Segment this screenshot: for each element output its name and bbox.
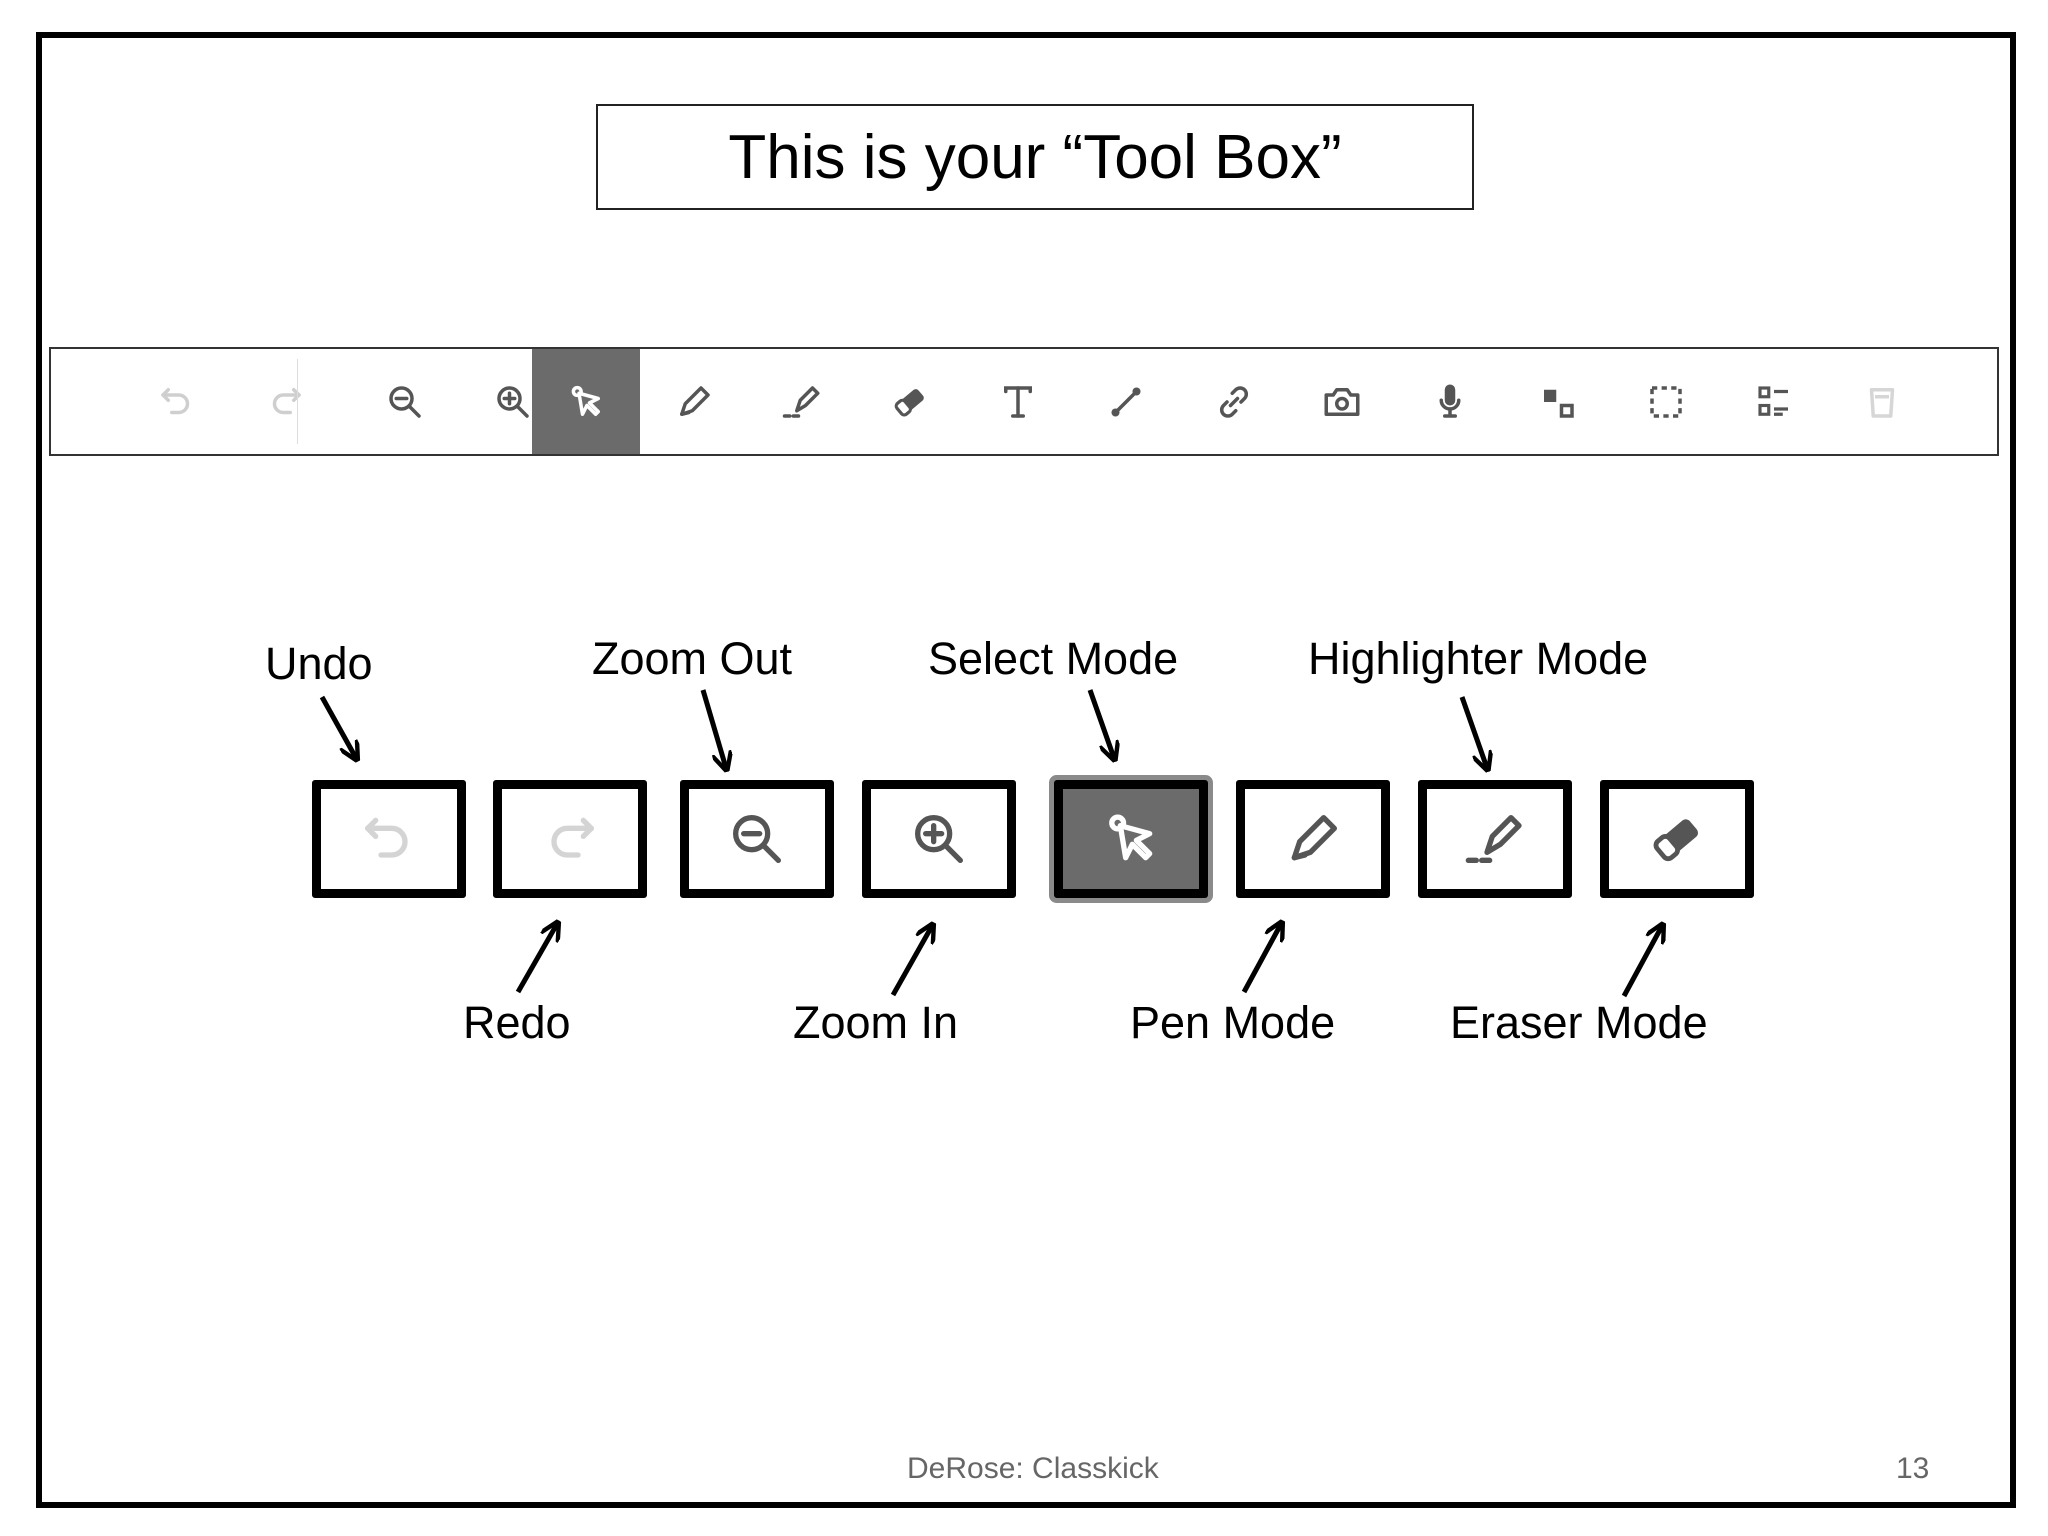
- pen-icon: [1291, 815, 1337, 861]
- undo-icon: [161, 387, 190, 414]
- callout-select-button[interactable]: [1054, 780, 1208, 898]
- select-cursor-icon: [571, 385, 600, 416]
- callout-undo-button[interactable]: [312, 780, 466, 898]
- redo-icon: [551, 817, 594, 858]
- slide-title: This is your “Tool Box”: [596, 104, 1474, 210]
- zoom-out-icon: [389, 385, 421, 418]
- label-eraser-mode: Eraser Mode: [1450, 997, 1708, 1048]
- toolbar-eraser-button[interactable]: [856, 349, 964, 454]
- toolbar-list-button[interactable]: [1720, 349, 1828, 454]
- toolbar-highlighter-button[interactable]: [748, 349, 856, 454]
- eraser-icon: [1653, 819, 1699, 862]
- toolbar: [49, 347, 1999, 456]
- toolbar-redo-button[interactable]: [231, 349, 339, 454]
- camera-icon: [1324, 387, 1360, 416]
- highlighter-icon: [1465, 815, 1522, 863]
- label-undo: Undo: [265, 638, 373, 689]
- footer-credit: DeRose: Classkick: [907, 1452, 1159, 1485]
- callout-highlighter-button[interactable]: [1418, 780, 1572, 898]
- toolbar-line-button[interactable]: [1072, 349, 1180, 454]
- trash-icon: [1869, 387, 1895, 418]
- callout-eraser-button[interactable]: [1600, 780, 1754, 898]
- label-zoom-out: Zoom Out: [592, 633, 793, 684]
- list-icon: [1758, 385, 1788, 416]
- toolbar-link-button[interactable]: [1180, 349, 1288, 454]
- toolbar-camera-button[interactable]: [1288, 349, 1396, 454]
- page-number: 13: [1896, 1452, 1930, 1485]
- select-cursor-icon: [1109, 814, 1153, 861]
- eraser-icon: [894, 388, 924, 417]
- toolbar-selection-button[interactable]: [1612, 349, 1720, 454]
- toolbar-shapes-button[interactable]: [1504, 349, 1612, 454]
- shapes-icon: [1544, 389, 1574, 418]
- pen-icon: [680, 385, 710, 416]
- toolbar-undo-button[interactable]: [123, 349, 231, 454]
- redo-icon: [272, 387, 301, 414]
- toolbar-zoom-out-button[interactable]: [351, 349, 459, 454]
- label-select-mode: Select Mode: [928, 633, 1179, 684]
- zoom-in-icon: [915, 815, 963, 863]
- highlighter-icon: [782, 385, 820, 418]
- slide-title-text: This is your “Tool Box”: [728, 122, 1342, 192]
- label-highlighter-mode: Highlighter Mode: [1308, 633, 1649, 684]
- microphone-icon: [1439, 384, 1461, 418]
- text-icon: [1004, 385, 1032, 418]
- toolbar-microphone-button[interactable]: [1396, 349, 1504, 454]
- toolbar-text-button[interactable]: [964, 349, 1072, 454]
- label-zoom-in: Zoom In: [793, 997, 959, 1048]
- zoom-in-icon: [497, 385, 529, 418]
- callout-zoom-out-button[interactable]: [680, 780, 834, 898]
- label-redo: Redo: [463, 997, 571, 1048]
- line-icon: [1111, 386, 1141, 417]
- label-pen-mode: Pen Mode: [1130, 997, 1336, 1048]
- callout-redo-button[interactable]: [493, 780, 647, 898]
- link-icon: [1220, 385, 1248, 418]
- zoom-out-icon: [733, 815, 781, 863]
- undo-icon: [365, 817, 408, 858]
- callout-pen-button[interactable]: [1236, 780, 1390, 898]
- toolbar-trash-button[interactable]: [1828, 349, 1936, 454]
- dashed-selection-icon: [1650, 385, 1682, 418]
- toolbar-separator: [297, 359, 298, 444]
- toolbar-pen-button[interactable]: [640, 349, 748, 454]
- toolbar-select-button[interactable]: [532, 349, 640, 454]
- slide-frame: [36, 32, 2016, 1508]
- callout-zoom-in-button[interactable]: [862, 780, 1016, 898]
